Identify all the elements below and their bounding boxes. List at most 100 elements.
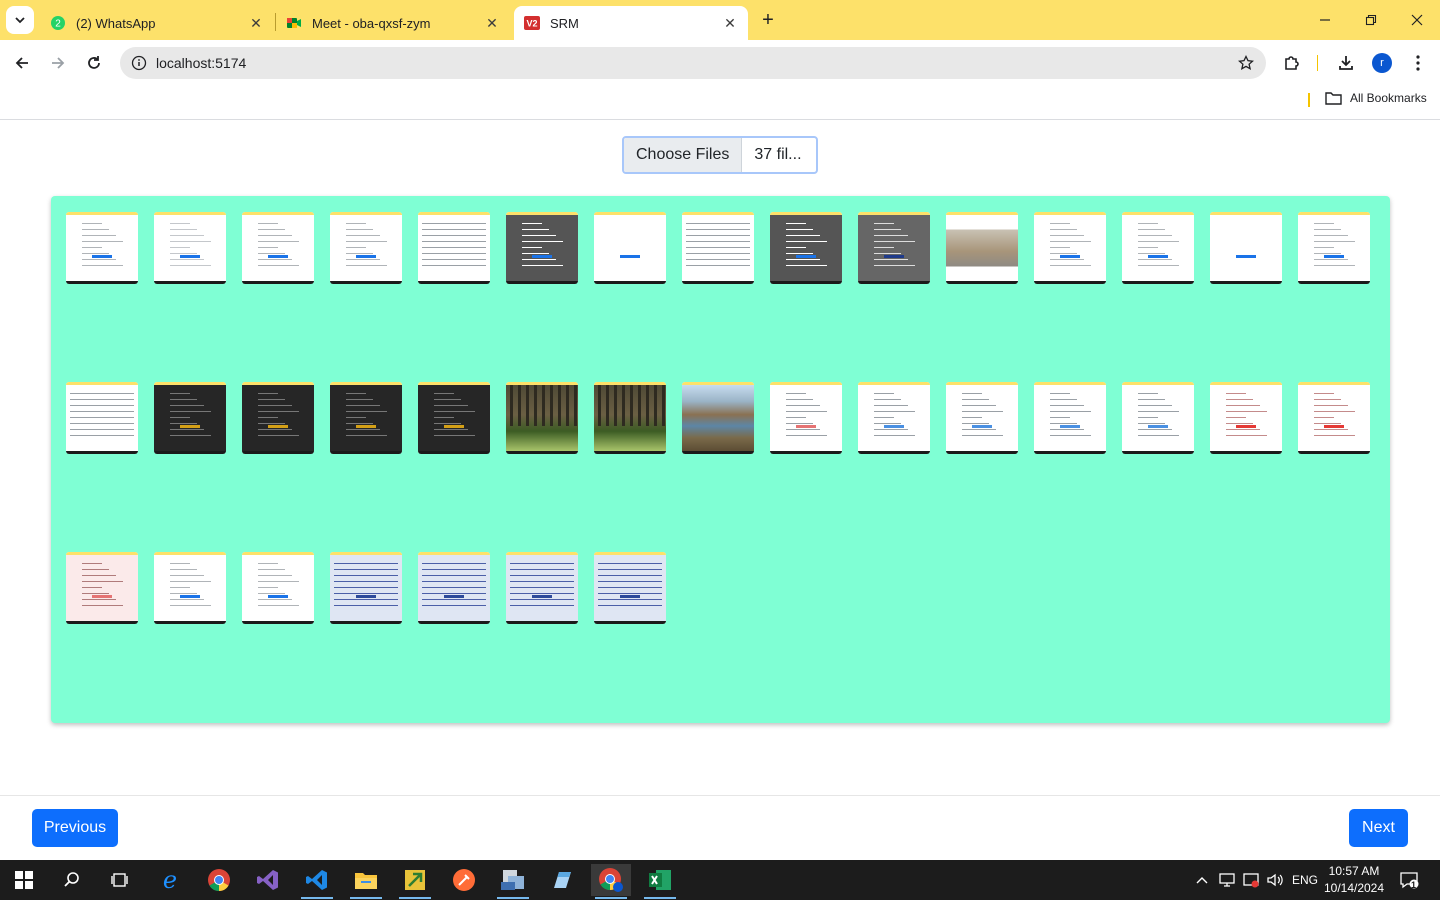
image-thumbnail[interactable] [154, 552, 226, 624]
image-thumbnail[interactable] [1122, 212, 1194, 284]
previous-button[interactable]: Previous [32, 809, 118, 847]
image-thumbnail[interactable] [506, 212, 578, 284]
plus-icon: + [762, 8, 774, 31]
image-thumbnail[interactable] [1298, 212, 1370, 284]
url-text[interactable]: localhost:5174 [156, 55, 1226, 71]
image-thumbnail[interactable] [946, 212, 1018, 284]
thumbnail-line [346, 393, 366, 394]
minimize-button[interactable] [1310, 8, 1340, 32]
next-button[interactable]: Next [1349, 809, 1408, 847]
image-thumbnail[interactable] [770, 382, 842, 454]
volume-icon[interactable] [1264, 860, 1286, 900]
visual-studio-icon[interactable] [248, 864, 288, 896]
image-thumbnail[interactable] [858, 212, 930, 284]
thumbnail-accent [884, 425, 904, 428]
image-thumbnail[interactable] [242, 212, 314, 284]
image-thumbnail[interactable] [1210, 212, 1282, 284]
image-thumbnail[interactable] [418, 212, 490, 284]
image-thumbnail[interactable] [682, 212, 754, 284]
close-window-button[interactable] [1402, 8, 1432, 32]
notepad-icon[interactable] [542, 864, 582, 896]
close-tab-icon[interactable]: ✕ [722, 15, 738, 31]
language-indicator[interactable]: ENG [1290, 860, 1320, 900]
downloads-button[interactable] [1332, 49, 1360, 77]
profile-button[interactable]: r [1368, 49, 1396, 77]
image-thumbnail[interactable] [594, 212, 666, 284]
chrome-profile-icon[interactable] [591, 864, 631, 899]
image-thumbnail[interactable] [418, 552, 490, 624]
image-thumbnail[interactable] [330, 552, 402, 624]
site-info-icon[interactable] [122, 55, 156, 71]
tab-meet[interactable]: Meet - oba-qxsf-zym ✕ [276, 6, 510, 40]
close-tab-icon[interactable]: ✕ [248, 15, 264, 31]
excel-icon[interactable] [640, 864, 680, 899]
network-icon[interactable] [1216, 860, 1238, 900]
security-icon[interactable] [1240, 860, 1262, 900]
clock[interactable]: 10:57 AM 10/14/2024 [1318, 863, 1390, 897]
browser-toolbar: localhost:5174 r [0, 40, 1440, 86]
image-thumbnail[interactable] [1034, 212, 1106, 284]
thumbnail-line [422, 259, 486, 260]
thumbnail-line [786, 417, 806, 418]
close-tab-icon[interactable]: ✕ [484, 15, 500, 31]
image-thumbnail[interactable] [1298, 382, 1370, 454]
bookmark-star-icon[interactable] [1226, 55, 1266, 71]
thumbnail-taskbar [1298, 451, 1370, 454]
thumbnail-line [598, 587, 662, 588]
image-thumbnail[interactable] [242, 382, 314, 454]
image-thumbnail[interactable] [66, 382, 138, 454]
thumbnail-line [422, 235, 486, 236]
postman-icon[interactable] [444, 864, 484, 896]
tab-search-button[interactable] [6, 6, 34, 34]
ssms-icon[interactable] [493, 864, 533, 899]
image-thumbnail[interactable] [594, 552, 666, 624]
address-bar[interactable]: localhost:5174 [120, 47, 1266, 79]
image-thumbnail[interactable] [1034, 382, 1106, 454]
image-thumbnail[interactable] [594, 382, 666, 454]
new-tab-button[interactable]: + [756, 8, 780, 32]
image-thumbnail[interactable] [770, 212, 842, 284]
restore-button[interactable] [1356, 8, 1386, 32]
image-thumbnail[interactable] [154, 382, 226, 454]
all-bookmarks-button[interactable]: All Bookmarks [1325, 91, 1427, 105]
sticky-app-icon[interactable] [395, 864, 435, 899]
tab-srm[interactable]: V2 SRM ✕ [514, 6, 748, 40]
search-icon[interactable] [52, 864, 92, 896]
reload-button[interactable] [80, 49, 108, 77]
image-thumbnail[interactable] [154, 212, 226, 284]
back-button[interactable] [8, 49, 36, 77]
image-thumbnail[interactable] [1210, 382, 1282, 454]
start-icon[interactable] [4, 864, 44, 896]
vscode-icon[interactable] [297, 864, 337, 899]
image-thumbnail[interactable] [66, 552, 138, 624]
image-thumbnail[interactable] [858, 382, 930, 454]
image-thumbnail[interactable] [330, 212, 402, 284]
forward-button[interactable] [44, 49, 72, 77]
tab-title: Meet - oba-qxsf-zym [312, 15, 431, 31]
thumbnail-line [1050, 417, 1070, 418]
file-explorer-icon[interactable] [346, 864, 386, 899]
show-hidden-icons[interactable] [1192, 860, 1212, 900]
image-thumbnail[interactable] [330, 382, 402, 454]
tab-whatsapp[interactable]: 2 (2) WhatsApp ✕ [40, 6, 274, 40]
image-thumbnail[interactable] [506, 552, 578, 624]
thumbnail-line [170, 399, 197, 400]
notifications-button[interactable]: 1 [1396, 860, 1422, 900]
thumbnail-line [1138, 259, 1172, 260]
thumbnail-taskbar [946, 281, 1018, 284]
chrome-icon[interactable] [199, 864, 239, 896]
task-view-icon[interactable] [100, 864, 140, 896]
file-input[interactable]: Choose Files 37 fil... [622, 136, 818, 174]
menu-button[interactable] [1404, 49, 1432, 77]
image-thumbnail[interactable] [1122, 382, 1194, 454]
thumbnail-content [770, 385, 842, 451]
edge-icon[interactable]: e [150, 864, 190, 896]
choose-files-button[interactable]: Choose Files [624, 138, 743, 172]
image-thumbnail[interactable] [66, 212, 138, 284]
image-thumbnail[interactable] [682, 382, 754, 454]
image-thumbnail[interactable] [946, 382, 1018, 454]
image-thumbnail[interactable] [506, 382, 578, 454]
image-thumbnail[interactable] [242, 552, 314, 624]
image-thumbnail[interactable] [418, 382, 490, 454]
extensions-button[interactable] [1278, 49, 1306, 77]
